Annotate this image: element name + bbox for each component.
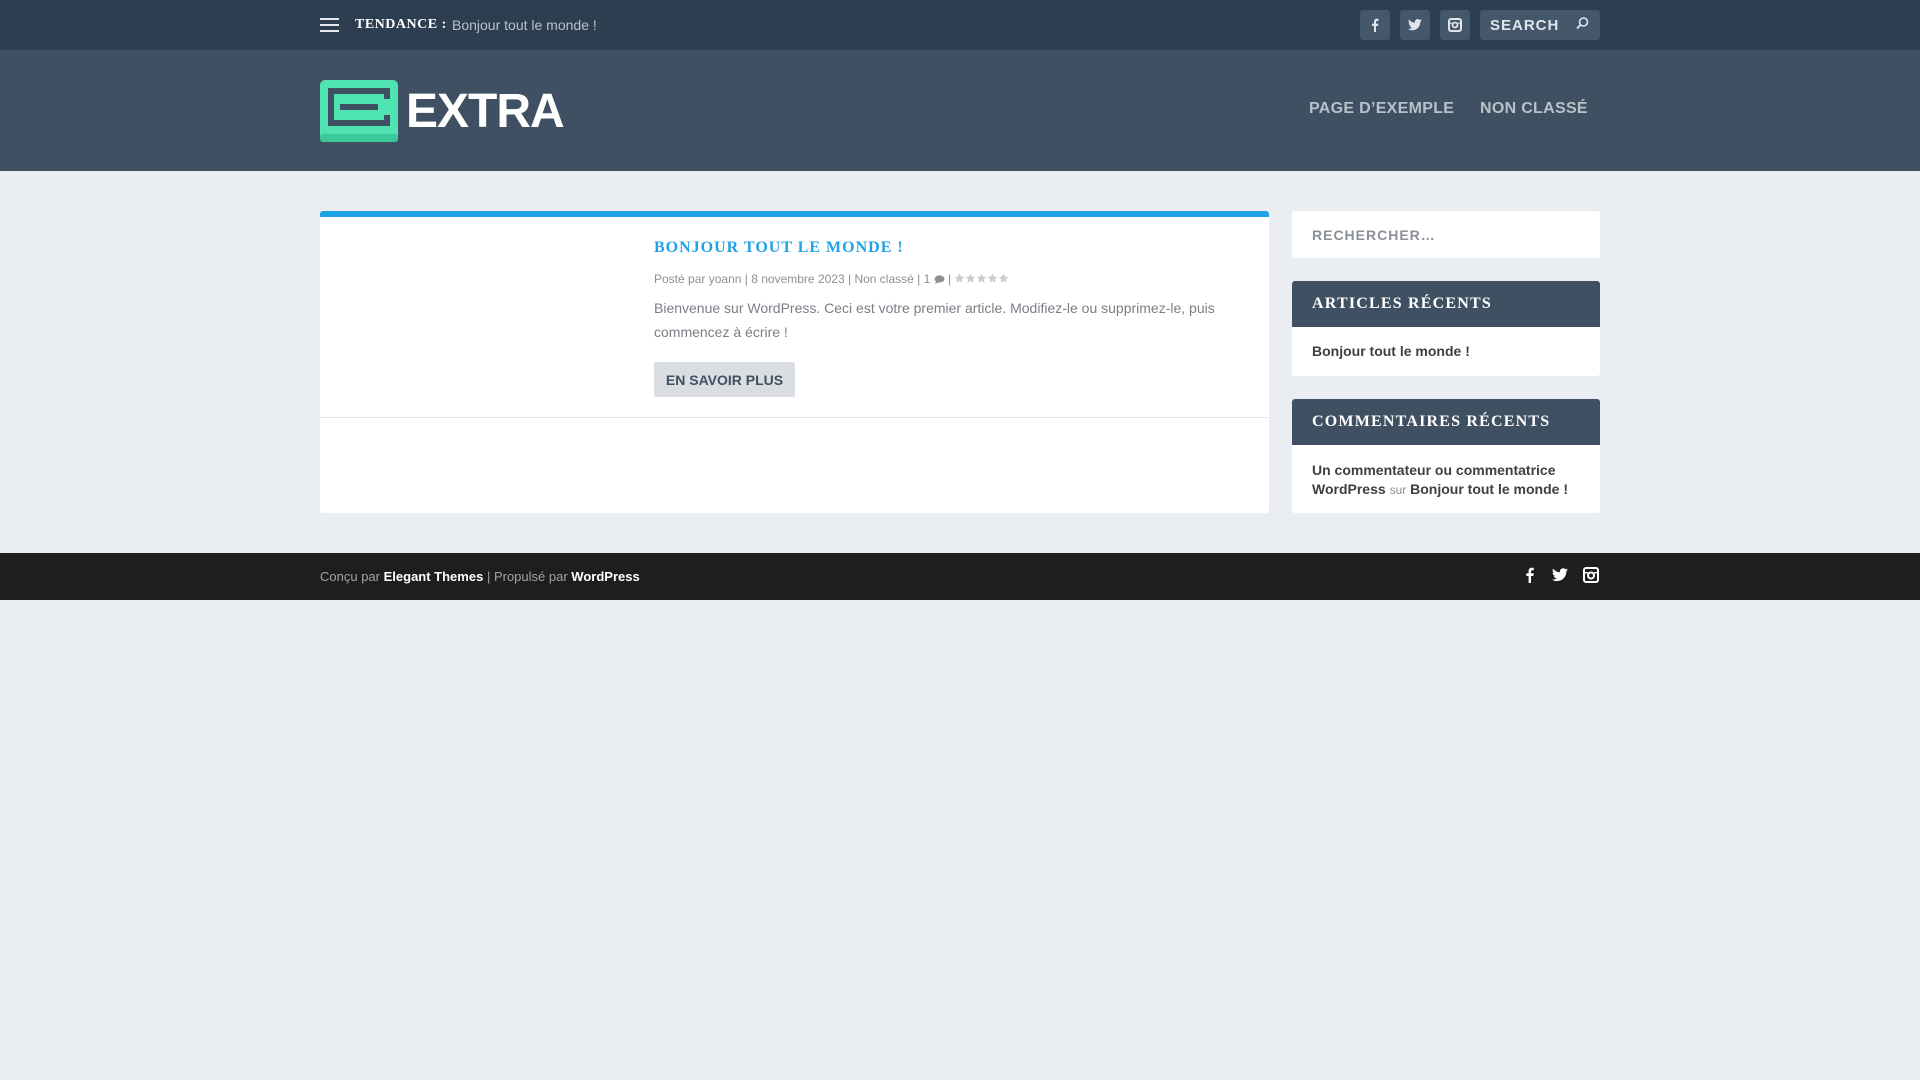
recent-posts-widget: ARTICLES RÉCENTS Bonjour tout le monde ! xyxy=(1292,281,1600,376)
facebook-icon[interactable] xyxy=(1360,10,1390,40)
comments-link[interactable]: 1 xyxy=(924,272,945,286)
nav-item-non-classe[interactable]: NON CLASSÉ xyxy=(1480,100,1588,118)
trending-link[interactable]: Bonjour tout le monde ! xyxy=(452,17,597,33)
top-bar xyxy=(0,0,1920,50)
top-search-input[interactable] xyxy=(1480,10,1580,40)
logo-mark-icon xyxy=(320,80,398,142)
recent-comments-widget: COMMENTAIRES RÉCENTS Un commentateur ou … xyxy=(1292,399,1600,513)
footer-credits: Conçu par Elegant Themes | Propulsé par … xyxy=(320,569,640,584)
sidebar-search-input[interactable] xyxy=(1292,211,1600,258)
category-link[interactable]: Non classé xyxy=(854,272,913,286)
powered-by-label: Propulsé par xyxy=(493,569,568,584)
instagram-icon[interactable] xyxy=(1440,10,1470,40)
recent-post-link[interactable]: Bonjour tout le monde ! xyxy=(1312,343,1580,359)
trending-label: TENDANCE : xyxy=(355,17,447,32)
recent-comments-title: COMMENTAIRES RÉCENTS xyxy=(1292,399,1600,445)
rating-stars[interactable] xyxy=(954,273,1009,287)
site-header xyxy=(0,50,1920,171)
nav-item-page-exemple[interactable]: PAGE D’EXEMPLE xyxy=(1309,100,1454,118)
star-icon xyxy=(977,273,987,283)
footer-separator: | xyxy=(486,569,491,584)
comment-post-link[interactable]: Bonjour tout le monde ! xyxy=(1410,481,1568,497)
comment-icon xyxy=(934,275,945,285)
menu-icon[interactable] xyxy=(320,18,339,32)
logo-text[interactable]: EXTRA xyxy=(406,84,565,139)
instagram-icon[interactable] xyxy=(1583,567,1599,583)
sidebar-search xyxy=(1292,211,1600,258)
post-meta: Posté par yoann | 8 novembre 2023 | Non … xyxy=(654,272,1009,287)
post-title[interactable]: BONJOUR TOUT LE MONDE ! xyxy=(654,239,904,257)
facebook-icon[interactable] xyxy=(1522,567,1538,583)
meta-prefix: Posté par xyxy=(654,272,706,286)
platform-link[interactable]: WordPress xyxy=(571,569,639,584)
designer-link[interactable]: Elegant Themes xyxy=(384,569,484,584)
designed-by-label: Conçu par xyxy=(320,569,380,584)
post-divider xyxy=(320,417,1269,418)
search-icon[interactable] xyxy=(1574,16,1590,32)
star-icon xyxy=(988,273,998,283)
star-icon xyxy=(999,273,1009,283)
author-link[interactable]: yoann xyxy=(709,272,742,286)
star-icon xyxy=(966,273,976,283)
top-search xyxy=(1480,10,1600,40)
twitter-icon[interactable] xyxy=(1400,10,1430,40)
site-footer xyxy=(0,553,1920,600)
post-date: 8 novembre 2023 xyxy=(751,272,845,286)
star-icon xyxy=(955,273,965,283)
comment-connector: sur xyxy=(1389,483,1407,497)
post-excerpt: Bienvenue sur WordPress. Ceci est votre … xyxy=(654,300,1215,340)
comments-count: 1 xyxy=(923,272,931,286)
read-more-button[interactable]: EN SAVOIR PLUS xyxy=(654,362,795,397)
recent-posts-title: ARTICLES RÉCENTS xyxy=(1292,281,1600,327)
twitter-icon[interactable] xyxy=(1552,567,1568,583)
